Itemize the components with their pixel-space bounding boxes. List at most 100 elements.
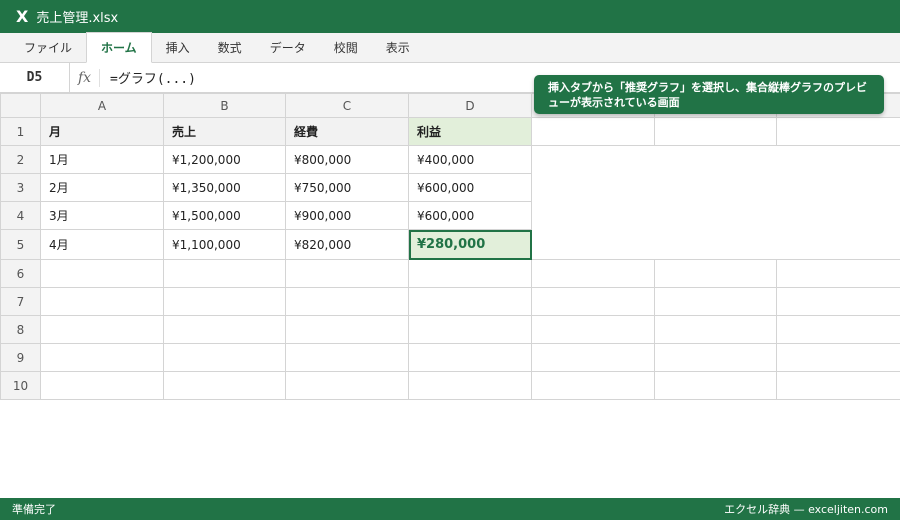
cell-b10[interactable]: [163, 371, 286, 400]
cell-e8[interactable]: [531, 315, 655, 344]
row-header-2[interactable]: 2: [0, 145, 41, 174]
table-row: 10: [0, 371, 900, 400]
cell-e6[interactable]: [531, 259, 655, 288]
cell-b3[interactable]: ¥1,350,000: [163, 173, 286, 202]
excel-icon: X: [16, 7, 29, 26]
tab-data[interactable]: データ: [256, 32, 320, 62]
fx-icon[interactable]: fx: [70, 68, 100, 87]
cell-g10[interactable]: [776, 371, 900, 400]
table-row: 1 月 売上 経費 利益: [0, 117, 900, 146]
cell-d3[interactable]: ¥600,000: [408, 173, 532, 202]
cell-b6[interactable]: [163, 259, 286, 288]
table-row: 6: [0, 259, 900, 288]
cell-b9[interactable]: [163, 343, 286, 372]
tab-insert[interactable]: 挿入: [152, 32, 204, 62]
cell-c5[interactable]: ¥820,000: [285, 229, 409, 260]
cell-b1[interactable]: 売上: [163, 117, 286, 146]
cell-d10[interactable]: [408, 371, 532, 400]
status-bar: 準備完了 エクセル辞典 — exceljiten.com: [0, 498, 900, 520]
row-header-1[interactable]: 1: [0, 117, 41, 146]
cell-d7[interactable]: [408, 287, 532, 316]
cell-d4[interactable]: ¥600,000: [408, 201, 532, 230]
table-row: 7: [0, 287, 900, 316]
cell-f8[interactable]: [654, 315, 777, 344]
cell-d1[interactable]: 利益: [408, 117, 532, 146]
spreadsheet-grid: A B C D E F G 1 月 売上 経費 利益 2 1月 ¥1,200,0…: [0, 93, 900, 400]
cell-g7[interactable]: [776, 287, 900, 316]
tab-home[interactable]: ホーム: [86, 32, 152, 63]
row-header-10[interactable]: 10: [0, 371, 41, 400]
cell-a4[interactable]: 3月: [40, 201, 164, 230]
cell-e9[interactable]: [531, 343, 655, 372]
tab-review[interactable]: 校閲: [320, 32, 372, 62]
cell-b2[interactable]: ¥1,200,000: [163, 145, 286, 174]
formula-input[interactable]: =グラフ(...): [110, 68, 196, 87]
column-header-a[interactable]: A: [40, 93, 164, 118]
cell-c9[interactable]: [285, 343, 409, 372]
cell-c2[interactable]: ¥800,000: [285, 145, 409, 174]
column-header-c[interactable]: C: [285, 93, 409, 118]
cell-f7[interactable]: [654, 287, 777, 316]
table-row: 2 1月 ¥1,200,000 ¥800,000 ¥400,000: [0, 145, 900, 260]
cell-a2[interactable]: 1月: [40, 145, 164, 174]
cell-e7[interactable]: [531, 287, 655, 316]
table-row: 8: [0, 315, 900, 344]
title-bar: X 売上管理.xlsx: [0, 0, 900, 33]
cell-b8[interactable]: [163, 315, 286, 344]
column-header-d[interactable]: D: [408, 93, 532, 118]
cell-a1[interactable]: 月: [40, 117, 164, 146]
cell-c6[interactable]: [285, 259, 409, 288]
cell-d2[interactable]: ¥400,000: [408, 145, 532, 174]
table-row: 9: [0, 343, 900, 372]
cell-a3[interactable]: 2月: [40, 173, 164, 202]
ribbon-tabs: ファイル ホーム 挿入 数式 データ 校閲 表示: [0, 32, 900, 63]
cell-f9[interactable]: [654, 343, 777, 372]
cell-g8[interactable]: [776, 315, 900, 344]
cell-e10[interactable]: [531, 371, 655, 400]
instruction-tooltip: 挿入タブから「推奨グラフ」を選択し、集合縦棒グラフのプレビューが表示されている画…: [534, 75, 884, 114]
cell-g1[interactable]: [776, 117, 900, 146]
cell-f6[interactable]: [654, 259, 777, 288]
cell-e1[interactable]: [531, 117, 655, 146]
cell-f10[interactable]: [654, 371, 777, 400]
column-header-b[interactable]: B: [163, 93, 286, 118]
cell-d6[interactable]: [408, 259, 532, 288]
cell-g6[interactable]: [776, 259, 900, 288]
cell-c1[interactable]: 経費: [285, 117, 409, 146]
cell-b5[interactable]: ¥1,100,000: [163, 229, 286, 260]
cell-c3[interactable]: ¥750,000: [285, 173, 409, 202]
cell-a5[interactable]: 4月: [40, 229, 164, 260]
cell-c7[interactable]: [285, 287, 409, 316]
status-text: 準備完了: [12, 503, 56, 516]
cell-d5-selected[interactable]: ¥280,000: [408, 229, 532, 260]
row-header-9[interactable]: 9: [0, 343, 41, 372]
cell-a10[interactable]: [40, 371, 164, 400]
row-header-3[interactable]: 3: [0, 173, 41, 202]
window-title: 売上管理.xlsx: [36, 11, 119, 26]
cell-a9[interactable]: [40, 343, 164, 372]
cell-d8[interactable]: [408, 315, 532, 344]
cell-b4[interactable]: ¥1,500,000: [163, 201, 286, 230]
row-header-8[interactable]: 8: [0, 315, 41, 344]
tab-file[interactable]: ファイル: [10, 32, 86, 62]
cell-c10[interactable]: [285, 371, 409, 400]
tab-view[interactable]: 表示: [372, 32, 424, 62]
site-credit: エクセル辞典 — exceljiten.com: [724, 503, 888, 516]
cell-a6[interactable]: [40, 259, 164, 288]
cell-c4[interactable]: ¥900,000: [285, 201, 409, 230]
row-header-7[interactable]: 7: [0, 287, 41, 316]
row-header-6[interactable]: 6: [0, 259, 41, 288]
cell-f1[interactable]: [654, 117, 777, 146]
row-header-4[interactable]: 4: [0, 201, 41, 230]
cell-a8[interactable]: [40, 315, 164, 344]
row-header-5[interactable]: 5: [0, 229, 41, 260]
cell-b7[interactable]: [163, 287, 286, 316]
cell-g9[interactable]: [776, 343, 900, 372]
cell-c8[interactable]: [285, 315, 409, 344]
chart-preview-area: [531, 145, 900, 260]
cell-d9[interactable]: [408, 343, 532, 372]
tab-formulas[interactable]: 数式: [204, 32, 256, 62]
cell-a7[interactable]: [40, 287, 164, 316]
name-box[interactable]: D5: [0, 62, 70, 93]
select-all-corner[interactable]: [0, 93, 41, 118]
